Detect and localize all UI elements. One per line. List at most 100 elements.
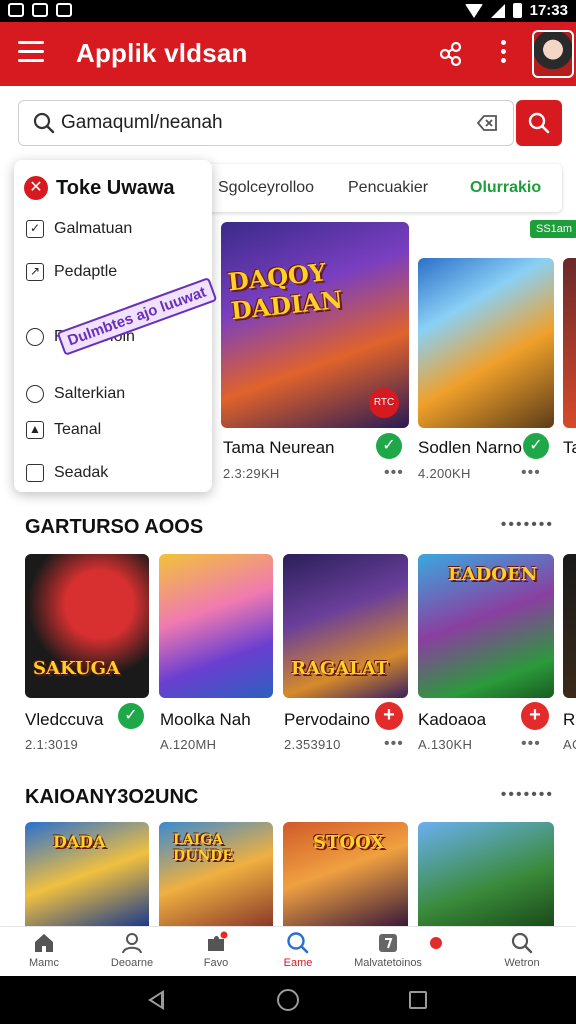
art-title: STOOX bbox=[313, 832, 385, 853]
dropdown-item-label: Salterkian bbox=[54, 385, 126, 402]
nav-label: Mamc bbox=[29, 957, 59, 969]
dropdown-item[interactable]: Seadak bbox=[26, 464, 108, 482]
game-card-art-partial[interactable] bbox=[563, 554, 576, 698]
art-title: RAGALAT bbox=[291, 658, 389, 679]
person-icon bbox=[122, 933, 142, 954]
tab-3-active[interactable]: Olurrakio bbox=[470, 179, 541, 197]
image-icon: ▲ bbox=[26, 421, 44, 439]
checkbox-checked-icon: ✓ bbox=[26, 220, 44, 238]
notification-dot bbox=[430, 937, 442, 949]
home-circle-icon[interactable] bbox=[277, 989, 299, 1011]
add-icon[interactable]: + bbox=[521, 702, 549, 730]
nav-profile[interactable]: Deoarne bbox=[84, 931, 180, 969]
game-title-partial: Ru bbox=[563, 710, 576, 729]
dropdown-item-label: Seadak bbox=[54, 464, 109, 481]
search-game-icon bbox=[287, 932, 309, 954]
close-icon[interactable]: ✕ bbox=[24, 176, 48, 200]
dropdown-item-label: Galmatuan bbox=[54, 220, 133, 237]
game-size: A.130KH bbox=[418, 737, 473, 752]
tab-2[interactable]: Pencuakier bbox=[348, 179, 428, 197]
search-button[interactable] bbox=[516, 100, 562, 146]
dropdown-item[interactable]: Salterkian bbox=[26, 385, 125, 403]
puzzle-icon bbox=[208, 931, 228, 951]
game-card-art[interactable]: STOOX bbox=[283, 822, 408, 926]
share-icon[interactable] bbox=[437, 41, 463, 67]
installed-check-icon[interactable]: ✓ bbox=[118, 703, 144, 729]
tab-1[interactable]: Sgolceyrolloo bbox=[218, 179, 314, 197]
home-icon bbox=[35, 934, 53, 952]
nav-search[interactable]: Wetron bbox=[474, 931, 570, 969]
battery-icon bbox=[512, 3, 522, 18]
game-title: Tama Neurean bbox=[223, 438, 335, 457]
game-card-art[interactable]: LAIGA DUNDE bbox=[159, 822, 273, 926]
more-vert-icon[interactable] bbox=[498, 40, 508, 68]
section-more-icon[interactable]: ••••••• bbox=[501, 516, 554, 534]
game-title: Moolka Nah bbox=[160, 710, 251, 729]
notification-image-icon bbox=[8, 3, 24, 17]
notification-icons bbox=[8, 3, 72, 17]
search-button-icon bbox=[528, 112, 550, 134]
featured-badge: SS1am bbox=[530, 220, 576, 238]
art-title: DADA bbox=[53, 832, 106, 851]
section-title: GARTURSO AOOS bbox=[25, 516, 204, 538]
clear-icon[interactable] bbox=[475, 112, 499, 134]
back-icon[interactable] bbox=[148, 990, 164, 1010]
game-size: 2.353910 bbox=[284, 737, 341, 752]
record-badge: RTC bbox=[369, 388, 399, 418]
menu-icon[interactable] bbox=[18, 41, 44, 63]
nav-label: Eame bbox=[283, 957, 313, 969]
section-more-icon[interactable]: ••••••• bbox=[501, 786, 554, 804]
search-box bbox=[18, 100, 514, 146]
recent-apps-icon[interactable] bbox=[409, 991, 427, 1009]
game-card-art[interactable] bbox=[159, 554, 273, 698]
dropdown-item[interactable]: ✓ Galmatuan bbox=[26, 220, 132, 238]
game-size: 2.3:29KH bbox=[223, 466, 280, 481]
search-input[interactable] bbox=[61, 101, 461, 145]
nav-label: Malvatetoinos bbox=[354, 957, 422, 969]
search-icon bbox=[33, 112, 55, 134]
wifi-icon bbox=[464, 3, 483, 18]
game-art bbox=[563, 554, 576, 698]
more-dots-icon[interactable]: ••• bbox=[521, 464, 541, 482]
notes-icon bbox=[379, 934, 397, 952]
add-icon[interactable]: + bbox=[375, 702, 403, 730]
dropdown-item-label: Pedaptle bbox=[54, 263, 118, 280]
installed-check-icon[interactable]: ✓ bbox=[523, 433, 549, 459]
installed-check-icon[interactable]: ✓ bbox=[376, 433, 402, 459]
notification-cloud-icon bbox=[32, 3, 48, 17]
featured-card-art[interactable]: DAQOY DADIAN RTC bbox=[221, 222, 409, 428]
more-dots-icon[interactable]: ••• bbox=[384, 735, 404, 753]
nav-games-active[interactable]: Eame bbox=[250, 931, 346, 969]
dropdown-title: Toke Uwawa bbox=[56, 176, 175, 199]
more-dots-icon[interactable]: ••• bbox=[521, 735, 541, 753]
featured-card-art-partial[interactable] bbox=[563, 258, 576, 428]
game-size: 4.200KH bbox=[418, 466, 471, 481]
game-title: Sodlen Narno bbox=[418, 438, 522, 457]
dropdown-item-label: Teanal bbox=[54, 421, 102, 438]
game-art bbox=[418, 822, 554, 926]
game-card-art[interactable]: RAGALAT bbox=[283, 554, 408, 698]
art-title: SAKUGA bbox=[33, 658, 121, 679]
nav-home[interactable]: Mamc bbox=[0, 931, 92, 969]
category-tabs: Sgolceyrolloo Pencuakier Olurrakio bbox=[200, 164, 562, 212]
status-bar: 17:33 bbox=[0, 0, 576, 22]
signal-icon bbox=[490, 3, 505, 18]
game-title: Kadoaoa bbox=[418, 710, 487, 729]
game-title: Pervodaino bbox=[284, 710, 371, 729]
notification-game-icon bbox=[56, 3, 72, 17]
game-card-art[interactable] bbox=[418, 822, 554, 926]
avatar[interactable] bbox=[532, 30, 574, 78]
dropdown-item[interactable]: ▲ Teanal bbox=[26, 421, 101, 439]
game-size: 2.1:3019 bbox=[25, 737, 79, 752]
heart-icon bbox=[26, 385, 44, 403]
featured-card-art[interactable] bbox=[418, 258, 554, 428]
more-dots-icon[interactable]: ••• bbox=[384, 464, 404, 482]
checkbox-empty-icon bbox=[26, 464, 44, 482]
game-card-art[interactable]: SAKUGA bbox=[25, 554, 149, 698]
game-title: Vledccuva bbox=[25, 710, 104, 729]
game-card-art[interactable]: EADOEN bbox=[418, 554, 554, 698]
nav-notes[interactable]: Malvatetoinos bbox=[340, 931, 436, 969]
app-title: Applik vldsan bbox=[76, 38, 248, 68]
dropdown-item[interactable]: ↗ Pedaptle bbox=[26, 263, 117, 281]
game-card-art[interactable]: DADA bbox=[25, 822, 149, 926]
